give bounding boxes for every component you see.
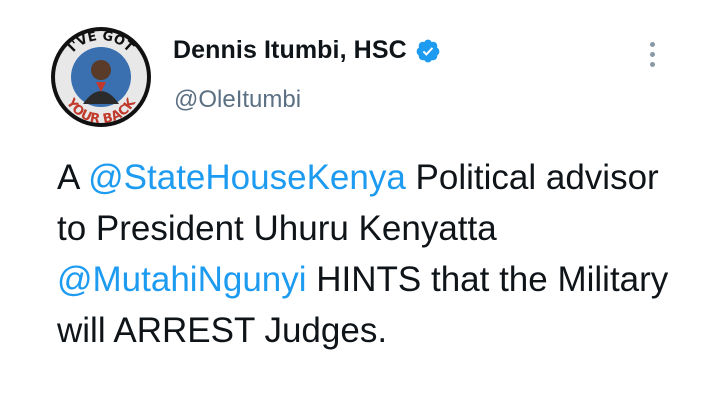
- author-name-row: Dennis Itumbi, HSC: [173, 36, 441, 65]
- more-vertical-icon[interactable]: [641, 38, 665, 70]
- avatar-image: I'VE GOT YOUR BACK: [51, 27, 151, 127]
- author-display-name[interactable]: Dennis Itumbi, HSC: [173, 36, 407, 65]
- author-handle[interactable]: @OleItumbi: [174, 86, 301, 114]
- author-avatar[interactable]: I'VE GOT YOUR BACK: [50, 26, 152, 128]
- avatar-head: [91, 60, 111, 80]
- tweet-text-segment: A: [57, 158, 89, 197]
- tweet-text: A @StateHouseKenya Political advisor to …: [57, 152, 677, 356]
- mention-link[interactable]: @StateHouseKenya: [88, 158, 406, 197]
- verified-badge-icon: [415, 38, 441, 64]
- mention-link[interactable]: @MutahiNgunyi: [57, 260, 307, 299]
- tweet-card: I'VE GOT YOUR BACK Dennis Itumbi, HSC @O…: [0, 0, 720, 418]
